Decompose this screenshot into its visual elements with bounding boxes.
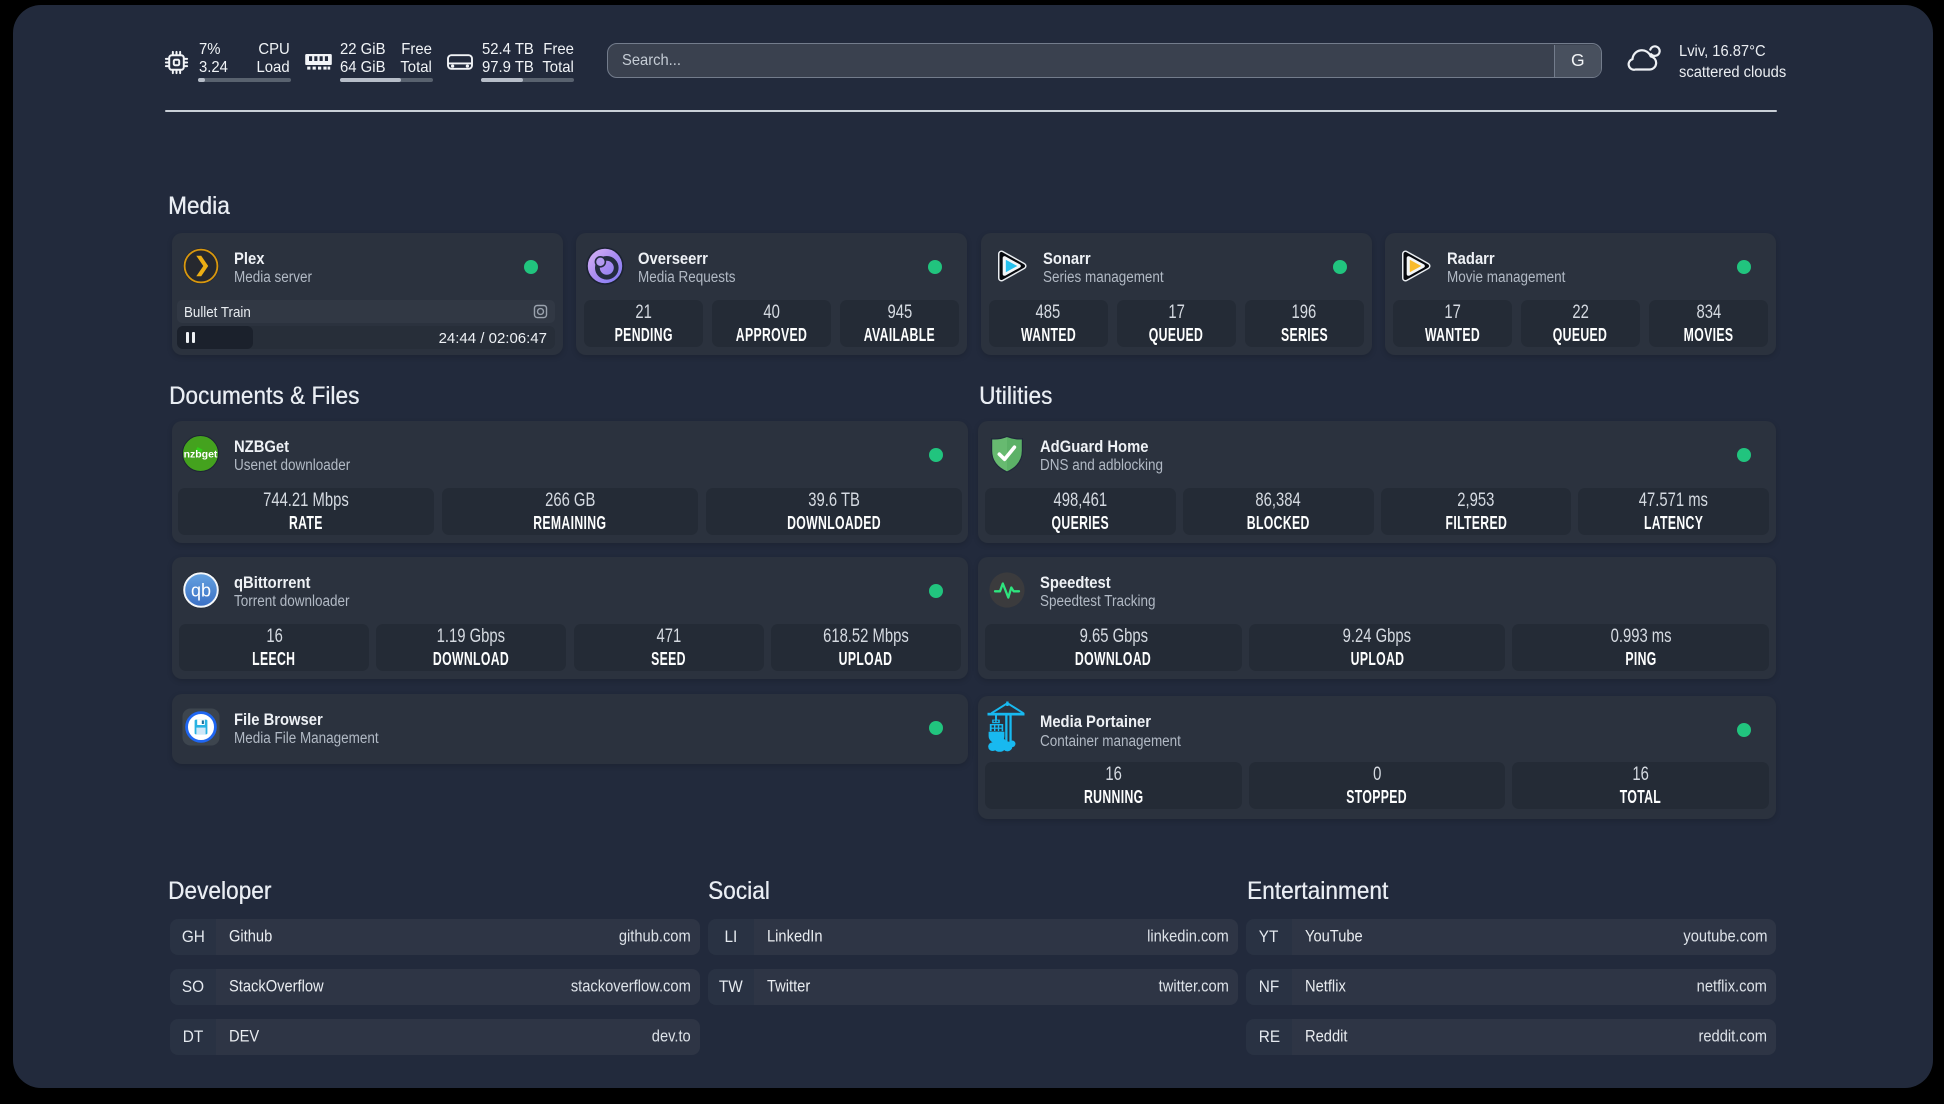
svg-text:nzbget: nzbget bbox=[184, 448, 218, 460]
svg-text:qb: qb bbox=[191, 581, 211, 601]
